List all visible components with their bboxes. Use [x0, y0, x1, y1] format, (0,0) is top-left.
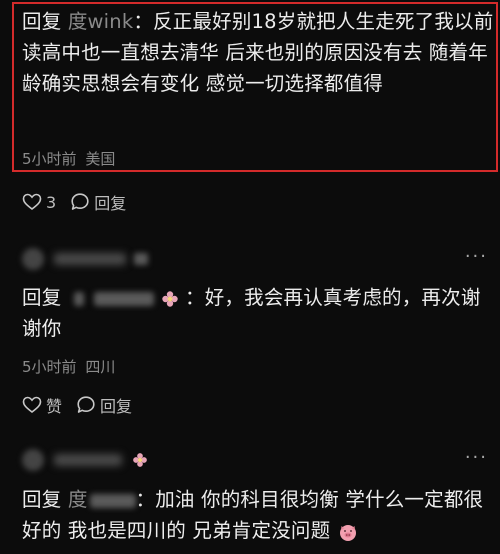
timestamp: 5小时前	[22, 150, 77, 168]
timestamp: 5小时前	[22, 358, 77, 376]
blurred-badge	[134, 253, 148, 265]
more-options-button[interactable]: ···	[465, 447, 488, 468]
like-label: 赞	[46, 397, 63, 416]
colon: ：	[133, 10, 154, 33]
blurred-username	[54, 253, 126, 265]
avatar[interactable]	[22, 449, 44, 471]
blurred-avatar-chip	[73, 291, 84, 306]
reply-label: 回复	[94, 194, 127, 213]
comment-3-user-row[interactable]	[22, 447, 148, 473]
comment-1-actions: 3 回复	[22, 190, 140, 214]
reply-button[interactable]: 回复	[76, 393, 132, 417]
comment-bubble-icon	[71, 193, 89, 210]
reply-tag: 回复	[22, 286, 62, 309]
comment-bubble-icon	[77, 396, 95, 413]
comment-3-body: 回复 度：加油 你的科目很均衡 学什么一定都很好的 我也是四川的 兄弟肯定没问题	[22, 484, 494, 546]
heart-icon	[22, 193, 42, 211]
blurred-reply-to-username[interactable]	[89, 493, 136, 508]
location: 四川	[85, 358, 116, 376]
blurred-username	[54, 454, 122, 466]
comment-2-meta: 5小时前 四川	[22, 356, 115, 377]
colon: ：	[185, 286, 205, 309]
flower-emoji-icon	[161, 290, 178, 307]
comment-2-user-row[interactable]	[22, 246, 148, 272]
more-options-button[interactable]: ···	[465, 246, 488, 267]
blurred-reply-to-username[interactable]	[94, 291, 155, 306]
like-count: 3	[46, 192, 57, 212]
reply-tag: 回复	[22, 10, 62, 33]
comment-thread: 回复 度wink：反正最好别18岁就把人生走死了我以前读高中也一直想去清华 后来…	[0, 0, 500, 554]
comment-2-body: 回复 ：好，我会再认真考虑的，再次谢谢你	[22, 282, 494, 344]
colon: ：	[135, 488, 156, 511]
avatar[interactable]	[22, 248, 44, 270]
reply-button[interactable]: 回复	[70, 190, 126, 214]
reply-to-username[interactable]: 度wink	[68, 10, 134, 33]
reply-tag: 回复	[22, 488, 62, 511]
comment-1-body: 回复 度wink：反正最好别18岁就把人生走死了我以前读高中也一直想去清华 后来…	[22, 6, 494, 130]
comment-1-meta: 5小时前 美国	[22, 148, 115, 169]
pig-emoji-icon	[339, 524, 356, 541]
comment-text: 好，我会再认真考虑的，再次谢谢你	[22, 286, 481, 340]
reply-label: 回复	[100, 397, 133, 416]
like-button[interactable]: 3	[22, 193, 56, 212]
comment-2-actions: 赞 回复	[22, 393, 146, 417]
like-button[interactable]: 赞	[22, 393, 62, 417]
flower-emoji-icon	[133, 453, 147, 467]
heart-icon	[22, 396, 42, 414]
location: 美国	[85, 150, 116, 168]
reply-to-username[interactable]: 度	[68, 488, 88, 511]
